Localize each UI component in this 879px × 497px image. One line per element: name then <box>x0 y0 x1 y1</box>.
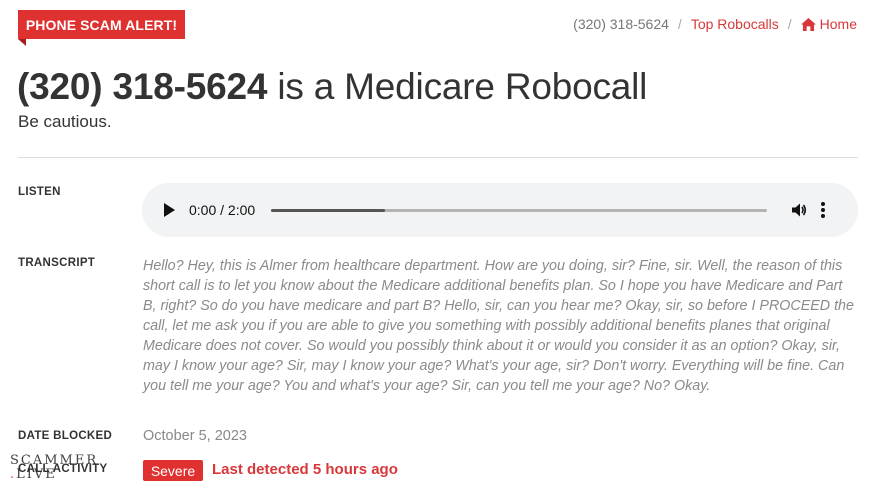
date-blocked-value: October 5, 2023 <box>143 428 247 444</box>
audio-seek-bar[interactable] <box>271 208 768 212</box>
play-icon[interactable] <box>164 203 175 217</box>
breadcrumb-home-link[interactable]: Home <box>800 16 857 32</box>
watermark-line2: LIVE <box>16 467 57 482</box>
severity-badge: Severe <box>143 460 203 481</box>
breadcrumb-separator: / <box>787 16 792 32</box>
listen-label: LISTEN <box>18 186 61 198</box>
transcript-label: TRANSCRIPT <box>18 257 96 269</box>
more-vert-icon[interactable] <box>821 202 826 218</box>
watermark-line1: SCAMMER <box>10 453 99 468</box>
audio-player[interactable]: 0:00 / 2:00 <box>142 183 858 237</box>
volume-icon[interactable] <box>791 202 807 218</box>
page-subtitle: Be cautious. <box>18 112 112 131</box>
breadcrumb-current-number: (320) 318-5624 <box>573 16 669 32</box>
alert-badge-tail <box>18 39 26 46</box>
page-title: (320) 318-5624 is a Medicare Robocall <box>17 66 647 108</box>
scammer-live-watermark: SCAMMER .LIVE <box>10 454 98 482</box>
section-divider <box>18 157 858 158</box>
phone-scam-alert-badge: PHONE SCAM ALERT! <box>18 10 185 39</box>
breadcrumb: (320) 318-5624 / Top Robocalls / Home <box>573 16 857 32</box>
transcript-text: Hello? Hey, this is Almer from healthcar… <box>143 258 854 394</box>
home-icon <box>800 17 816 31</box>
page-title-number: (320) 318-5624 <box>17 66 268 107</box>
audio-seek-progress <box>271 208 386 212</box>
audio-time: 0:00 / 2:00 <box>189 202 256 218</box>
date-blocked-label: DATE BLOCKED <box>18 430 113 442</box>
breadcrumb-separator: / <box>677 16 682 32</box>
page-title-text: is a Medicare Robocall <box>267 66 648 107</box>
last-detected-text: Last detected 5 hours ago <box>212 461 398 478</box>
breadcrumb-home-label: Home <box>819 16 857 32</box>
breadcrumb-top-robocalls-link[interactable]: Top Robocalls <box>691 16 779 32</box>
